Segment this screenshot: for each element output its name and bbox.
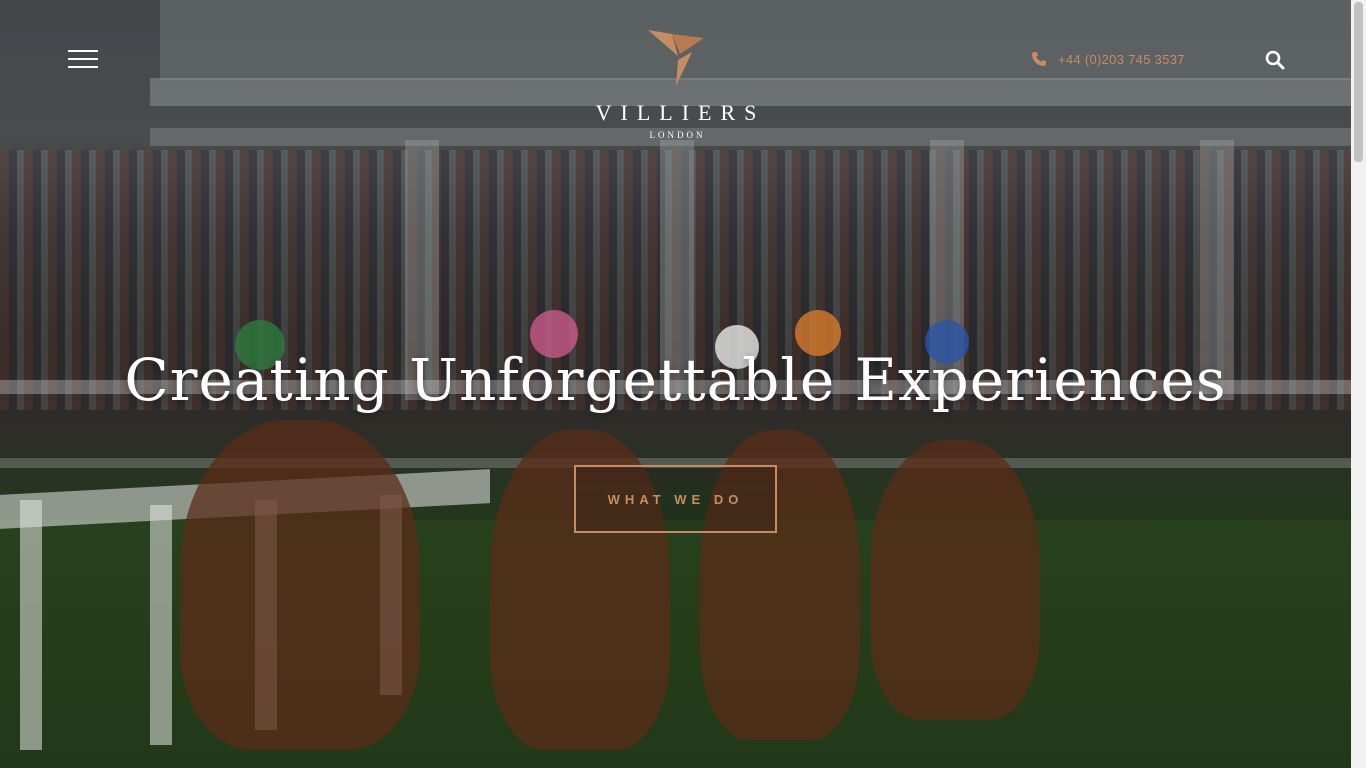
page-scrollbar[interactable]	[1351, 0, 1366, 768]
rail-post	[20, 500, 42, 750]
brand-name: VILLIERS	[595, 100, 766, 125]
search-icon[interactable]	[1265, 50, 1285, 70]
brand-location: LONDON	[649, 130, 706, 140]
phone-icon	[1032, 52, 1046, 66]
horse	[870, 440, 1040, 720]
scrollbar-thumb[interactable]	[1354, 2, 1363, 162]
phone-link[interactable]: +44 (0)203 745 3537	[1031, 51, 1185, 67]
hamburger-icon[interactable]	[68, 50, 98, 68]
hero-headline: Creating Unforgettable Experiences	[124, 346, 1227, 414]
what-we-do-button[interactable]: WHAT WE DO	[574, 465, 777, 533]
horse	[180, 420, 420, 750]
logo-mark-icon	[648, 30, 704, 86]
brand-logo[interactable]: VILLIERS LONDON	[586, 30, 766, 140]
rail-post	[150, 505, 172, 745]
phone-number[interactable]: +44 (0)203 745 3537	[1058, 52, 1185, 67]
